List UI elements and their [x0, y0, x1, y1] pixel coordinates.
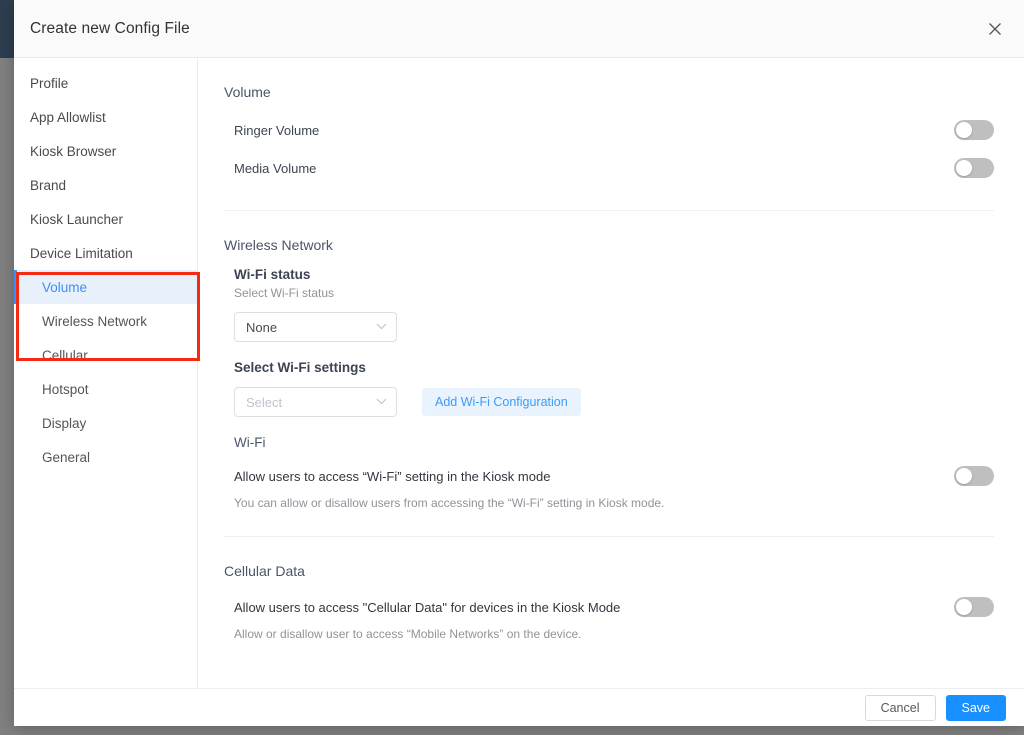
media-volume-toggle[interactable] [954, 158, 994, 178]
sidebar-item-label: Device Limitation [30, 245, 133, 261]
sidebar-item-label: Profile [30, 75, 69, 91]
wifi-status-select[interactable]: None [234, 312, 397, 342]
toggle-knob [956, 599, 972, 615]
wifi-settings-select-value: Select [246, 394, 283, 410]
wifi-settings-row: Select Add Wi-Fi Configuration [234, 387, 994, 417]
dialog-header: Create new Config File [14, 0, 1024, 58]
wifi-access-block: Wi-Fi Allow users to access “Wi-Fi” sett… [234, 435, 994, 510]
ringer-volume-row: Ringer Volume [224, 114, 994, 146]
cellular-allow-label: Allow users to access "Cellular Data" fo… [234, 599, 621, 615]
sidebar-item-volume[interactable]: Volume [14, 270, 197, 304]
sidebar-item-display[interactable]: Display [14, 406, 197, 440]
sidebar-item-cellular[interactable]: Cellular [14, 338, 197, 372]
sidebar-item-label: Kiosk Launcher [30, 211, 124, 227]
cellular-allow-block: Allow users to access "Cellular Data" fo… [234, 593, 994, 641]
cellular-allow-helper: Allow or disallow user to access “Mobile… [234, 627, 582, 641]
dialog-title: Create new Config File [30, 19, 190, 37]
wifi-allow-helper: You can allow or disallow users from acc… [234, 496, 665, 510]
cellular-allow-toggle[interactable] [954, 597, 994, 617]
wifi-status-title: Wi-Fi status [234, 267, 311, 282]
wifi-settings-select[interactable]: Select [234, 387, 397, 417]
wifi-settings-block: Select Wi-Fi settings Select Add Wi-Fi C… [234, 360, 994, 417]
wifi-status-block: Wi-Fi status Select Wi-Fi status None [234, 267, 994, 342]
background-app-nav [0, 0, 14, 735]
background-app-nav-header [0, 0, 14, 58]
sidebar-item-label: Volume [42, 279, 88, 295]
sidebar-item-brand[interactable]: Brand [14, 168, 197, 202]
sidebar-item-app-allowlist[interactable]: App Allowlist [14, 100, 197, 134]
chevron-down-icon [376, 397, 387, 408]
close-icon[interactable] [984, 18, 1006, 40]
sidebar-item-label: Display [42, 415, 87, 431]
wireless-network-section: Wireless Network Wi-Fi status Select Wi-… [224, 237, 994, 510]
wifi-status-select-value: None [246, 319, 278, 335]
section-divider [224, 210, 994, 211]
toggle-knob [956, 468, 972, 484]
cellular-data-section: Cellular Data Allow users to access "Cel… [224, 563, 994, 641]
section-divider [224, 536, 994, 537]
media-volume-label: Media Volume [234, 160, 317, 176]
cancel-button[interactable]: Cancel [864, 694, 936, 721]
sidebar-item-wireless-network[interactable]: Wireless Network [14, 304, 197, 338]
sidebar-item-label: Hotspot [42, 381, 89, 397]
sidebar-item-label: Kiosk Browser [30, 143, 117, 159]
save-button[interactable]: Save [945, 694, 1006, 721]
wifi-allow-toggle[interactable] [954, 466, 994, 486]
sidebar-item-label: Cellular [42, 347, 88, 363]
volume-section: Volume Ringer Volume Media Volume [224, 84, 994, 184]
wifi-status-helper: Select Wi-Fi status [234, 286, 335, 300]
sidebar-item-label: General [42, 449, 91, 465]
settings-content-panel: Volume Ringer Volume Media Volume Wirele… [198, 58, 1024, 688]
sidebar-item-general[interactable]: General [14, 440, 197, 474]
wireless-network-heading: Wireless Network [224, 237, 333, 253]
sidebar-item-kiosk-launcher[interactable]: Kiosk Launcher [14, 202, 197, 236]
toggle-knob [956, 160, 972, 176]
sidebar-item-profile[interactable]: Profile [14, 66, 197, 100]
chevron-down-icon [376, 322, 387, 333]
volume-section-heading: Volume [224, 84, 271, 100]
wifi-allow-label: Allow users to access “Wi-Fi” setting in… [234, 468, 551, 484]
cellular-allow-row: Allow users to access "Cellular Data" fo… [234, 593, 994, 621]
wifi-settings-title: Select Wi-Fi settings [234, 360, 366, 375]
wifi-group-title: Wi-Fi [234, 435, 266, 450]
cellular-data-heading: Cellular Data [224, 563, 305, 579]
settings-sidebar: Profile App Allowlist Kiosk Browser Bran… [14, 58, 200, 688]
media-volume-row: Media Volume [224, 152, 994, 184]
add-wifi-configuration-button[interactable]: Add Wi-Fi Configuration [422, 388, 581, 416]
ringer-volume-toggle[interactable] [954, 120, 994, 140]
sidebar-item-label: Brand [30, 177, 67, 193]
dialog-body: Profile App Allowlist Kiosk Browser Bran… [14, 58, 1024, 688]
sidebar-item-device-limitation[interactable]: Device Limitation [14, 236, 197, 270]
sidebar-item-hotspot[interactable]: Hotspot [14, 372, 197, 406]
sidebar-item-kiosk-browser[interactable]: Kiosk Browser [14, 134, 197, 168]
sidebar-item-label: Wireless Network [42, 313, 148, 329]
wifi-allow-row: Allow users to access “Wi-Fi” setting in… [234, 462, 994, 490]
sidebar-item-label: App Allowlist [30, 109, 106, 125]
ringer-volume-label: Ringer Volume [234, 122, 320, 138]
create-config-file-dialog: Create new Config File Profile App Allow… [14, 0, 1024, 726]
dialog-footer: Cancel Save [14, 688, 1024, 726]
toggle-knob [956, 122, 972, 138]
